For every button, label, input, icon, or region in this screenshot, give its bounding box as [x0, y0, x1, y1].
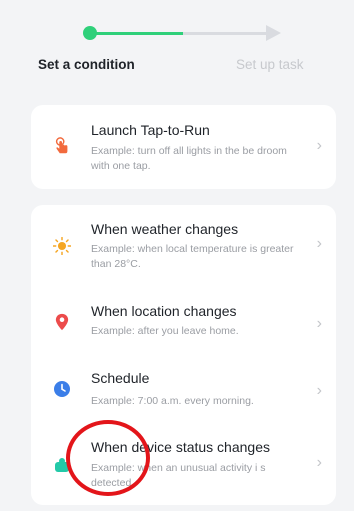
progress-line-complete: [95, 32, 183, 35]
list-item-schedule[interactable]: Schedule Example: 7:00 a.m. every mornin…: [31, 357, 336, 427]
chevron-right-icon: ›: [316, 454, 322, 471]
progress-line-pending: [183, 32, 267, 35]
chevron-right-icon: ›: [316, 315, 322, 332]
item-description: Example: 7:00 a.m. every morning.: [91, 395, 254, 407]
chevron-right-icon: ›: [316, 235, 322, 252]
list-item-weather[interactable]: When weather changes Example: when local…: [31, 205, 336, 275]
step-indicator-dot: [83, 26, 97, 40]
list-item-tap-to-run[interactable]: Launch Tap-to-Run Example: turn off all …: [31, 105, 336, 189]
location-pin-icon: [55, 313, 69, 331]
chevron-right-icon: ›: [316, 382, 322, 399]
arrow-right-icon: [266, 25, 281, 41]
hand-tap-icon: [55, 137, 68, 154]
item-description: Example: after you leave home.: [91, 325, 239, 337]
annotation-circle: [66, 420, 150, 496]
item-description: Example: when local temperature is great…: [91, 243, 294, 270]
tap-to-run-card[interactable]: Launch Tap-to-Run Example: turn off all …: [31, 105, 336, 189]
step-set-condition: Set a condition: [38, 57, 135, 72]
step-set-up-task: Set up task: [236, 57, 304, 72]
stepper: Set a condition Set up task: [0, 0, 354, 90]
item-title: Launch Tap-to-Run: [91, 122, 210, 138]
clock-icon: [54, 381, 70, 397]
list-item-location[interactable]: When location changes Example: after you…: [31, 291, 336, 361]
item-title: When weather changes: [91, 221, 239, 237]
sun-icon: [53, 237, 71, 255]
item-title: Schedule: [91, 370, 150, 386]
item-description: Example: turn off all lights in the be d…: [91, 145, 287, 172]
chevron-right-icon: ›: [316, 137, 322, 154]
item-title: When location changes: [91, 303, 237, 319]
